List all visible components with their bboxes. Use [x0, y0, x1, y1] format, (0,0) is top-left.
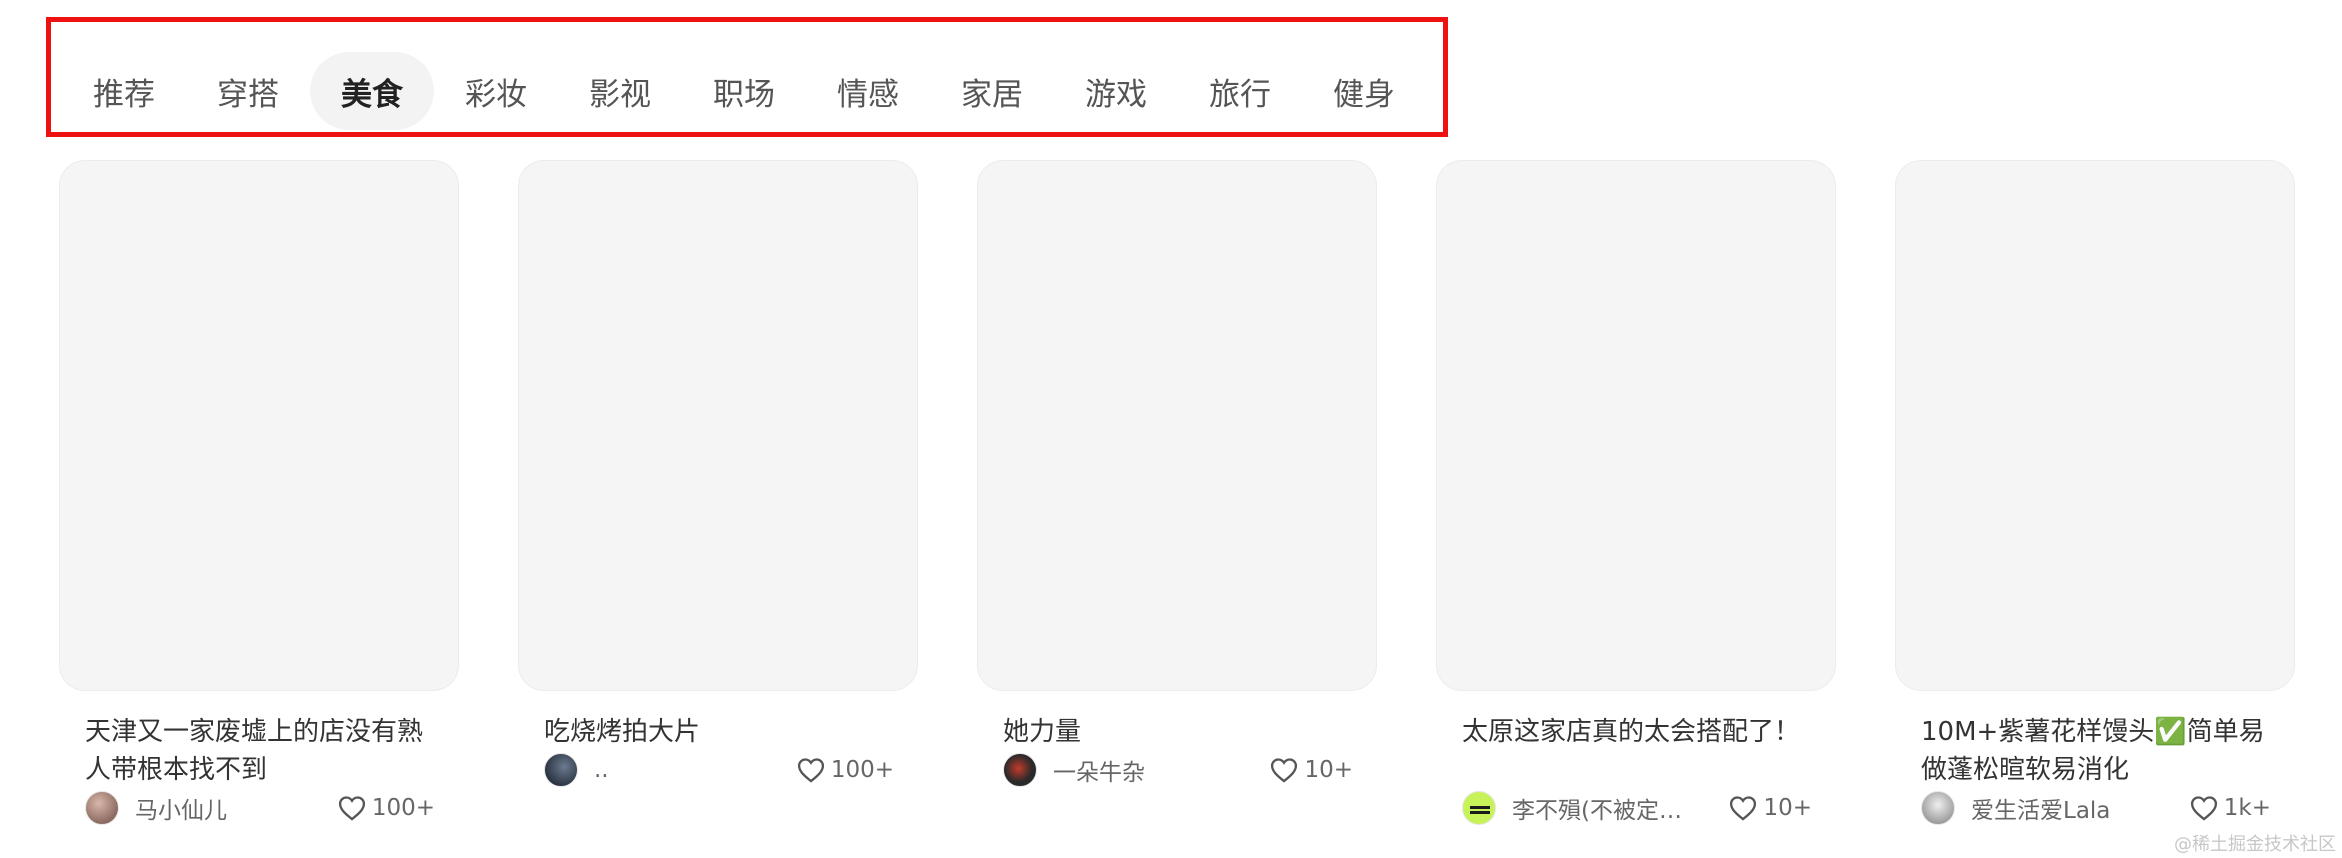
tab-outfit[interactable]: 穿搭: [186, 52, 310, 130]
note-card[interactable]: 10M+紫薯花样馒头✅简单易做蓬松暄软易消化 爱生活爱Lala 1k+: [1895, 160, 2295, 858]
tab-makeup[interactable]: 彩妆: [434, 52, 558, 130]
note-author[interactable]: 马小仙儿: [85, 791, 227, 825]
note-card[interactable]: 她力量 一朵牛杂 10+: [977, 160, 1377, 858]
heart-outline-icon: [1730, 796, 1757, 821]
note-card[interactable]: 天津又一家废墟上的店没有熟人带根本找不到 马小仙儿 100+: [59, 160, 459, 858]
note-footer: .. 100+: [544, 751, 894, 789]
heart-outline-icon: [797, 758, 824, 783]
note-footer: 李不殞(不被定义 ... 10+: [1462, 789, 1812, 827]
like-count: 100+: [371, 795, 435, 821]
avatar[interactable]: [1462, 791, 1496, 825]
like-button[interactable]: 1k+: [2190, 795, 2271, 821]
author-name[interactable]: 爱生活爱Lala: [1971, 791, 2110, 825]
note-title[interactable]: 10M+紫薯花样馒头✅简单易做蓬松暄软易消化: [1921, 713, 2271, 789]
tab-emotion[interactable]: 情感: [806, 52, 930, 130]
note-title[interactable]: 她力量: [1003, 713, 1353, 751]
note-card[interactable]: 吃烧烤拍大片 .. 100+: [518, 160, 918, 858]
category-tab-bar: 推荐 穿搭 美食 彩妆 影视 职场 情感 家居 游戏 旅行 健身: [62, 52, 1426, 130]
heart-outline-icon: [2190, 796, 2217, 821]
author-name[interactable]: ..: [594, 757, 609, 783]
note-cover-image[interactable]: [1895, 160, 2295, 691]
note-author[interactable]: 爱生活爱Lala: [1921, 791, 2110, 825]
note-footer: 爱生活爱Lala 1k+: [1921, 789, 2271, 827]
explore-page: 推荐 穿搭 美食 彩妆 影视 职场 情感 家居 游戏 旅行 健身 天津又一家废墟…: [0, 0, 2342, 858]
author-name[interactable]: 李不殞(不被定义 ...: [1512, 791, 1702, 825]
note-footer: 马小仙儿 100+: [85, 789, 435, 827]
like-count: 10+: [1763, 795, 1812, 821]
tab-fitness[interactable]: 健身: [1302, 52, 1426, 130]
note-title[interactable]: 天津又一家废墟上的店没有熟人带根本找不到: [85, 713, 435, 789]
note-footer: 一朵牛杂 10+: [1003, 751, 1353, 789]
note-author[interactable]: 李不殞(不被定义 ...: [1462, 791, 1702, 825]
tab-recommend[interactable]: 推荐: [62, 52, 186, 130]
tab-home[interactable]: 家居: [930, 52, 1054, 130]
heart-outline-icon: [338, 796, 365, 821]
watermark: @稀土掘金技术社区: [2174, 834, 2336, 855]
tab-food[interactable]: 美食: [310, 52, 434, 130]
like-count: 100+: [830, 757, 894, 783]
author-name[interactable]: 一朵牛杂: [1053, 753, 1145, 787]
note-title[interactable]: 太原这家店真的太会搭配了！: [1462, 713, 1812, 751]
like-button[interactable]: 100+: [797, 757, 894, 783]
avatar[interactable]: [85, 791, 119, 825]
note-cover-image[interactable]: [1436, 160, 1836, 691]
tab-movies[interactable]: 影视: [558, 52, 682, 130]
tab-games[interactable]: 游戏: [1054, 52, 1178, 130]
note-author[interactable]: ..: [544, 753, 609, 787]
note-card[interactable]: 太原这家店真的太会搭配了！ 李不殞(不被定义 ... 10+: [1436, 160, 1836, 858]
tab-travel[interactable]: 旅行: [1178, 52, 1302, 130]
note-author[interactable]: 一朵牛杂: [1003, 753, 1145, 787]
like-count: 1k+: [2223, 795, 2271, 821]
avatar[interactable]: [544, 753, 578, 787]
note-feed: 天津又一家废墟上的店没有熟人带根本找不到 马小仙儿 100+ 吃烧烤拍大片 ..: [59, 160, 2299, 858]
avatar[interactable]: [1921, 791, 1955, 825]
note-cover-image[interactable]: [977, 160, 1377, 691]
avatar[interactable]: [1003, 753, 1037, 787]
like-button[interactable]: 10+: [1270, 757, 1353, 783]
like-button[interactable]: 10+: [1729, 795, 1812, 821]
note-cover-image[interactable]: [518, 160, 918, 691]
tab-workplace[interactable]: 职场: [682, 52, 806, 130]
like-count: 10+: [1304, 757, 1353, 783]
heart-outline-icon: [1271, 758, 1298, 783]
note-cover-image[interactable]: [59, 160, 459, 691]
like-button[interactable]: 100+: [338, 795, 435, 821]
note-title[interactable]: 吃烧烤拍大片: [544, 713, 894, 751]
author-name[interactable]: 马小仙儿: [135, 791, 227, 825]
